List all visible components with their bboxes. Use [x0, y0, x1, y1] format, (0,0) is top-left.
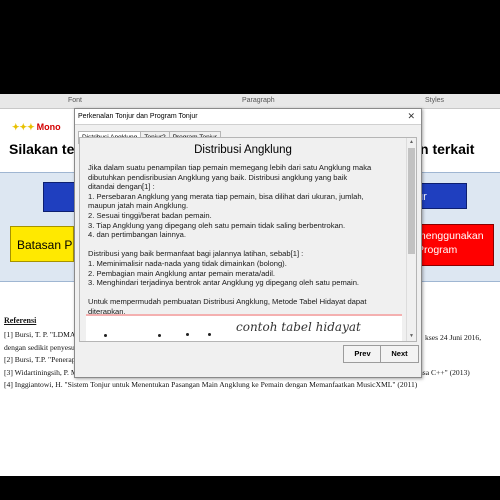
content-line: dibutuhkan pendisribusian Angklung yang …: [88, 172, 348, 182]
reference-item-4: [4] Inggiantowi, H. "Sistem Tonjur untuk…: [4, 380, 418, 389]
image-mark: [158, 334, 161, 337]
image-mark: [186, 333, 189, 336]
batasan-program-button[interactable]: Batasan Pr: [10, 226, 74, 262]
ribbon-group-labels: Font Paragraph Styles: [0, 94, 500, 109]
logo-text: Mono: [36, 122, 61, 132]
logo-stars-icon: ✦✦✦: [12, 122, 35, 132]
next-button[interactable]: Next: [380, 345, 419, 363]
dialog-title: Perkenalan Tonjur dan Program Tonjur: [78, 113, 198, 120]
reference-item-1-tail: kses 24 Juni 2016,: [425, 333, 482, 342]
content-line: 2. Pembagian main Angklung antar pemain …: [88, 268, 276, 278]
dialog-tabs: Distribusi AngklungTonjur?Program Tonjur: [78, 125, 221, 144]
scrollbar-thumb[interactable]: [408, 148, 415, 254]
content-line: 1. Meminimalisir nada-nada yang tidak di…: [88, 258, 287, 268]
ribbon-styles-label: Styles: [425, 97, 445, 104]
content-line: ditandai dengan[1] :: [88, 182, 155, 192]
document-heading-left: Silakan te: [9, 141, 75, 157]
content-text: Jika dalam suatu penampilan tiap pemain …: [88, 163, 408, 317]
scroll-down-icon[interactable]: ▼: [407, 332, 416, 341]
scroll-up-icon[interactable]: ▲: [407, 138, 416, 147]
content-line: Untuk mempermudah pembuatan Distribusi A…: [88, 297, 367, 307]
content-line: Jika dalam suatu penampilan tiap pemain …: [88, 163, 372, 172]
content-line: 3. Tiap Angklung yang dipegang oleh satu…: [88, 220, 346, 230]
close-icon[interactable]: ✕: [407, 109, 415, 124]
doc-blue-button-left[interactable]: [43, 182, 77, 212]
content-title: Distribusi Angklung: [194, 144, 292, 156]
content-line: 1. Persebaran Angklung yang merata tiap …: [88, 191, 364, 201]
intro-dialog: Perkenalan Tonjur dan Program Tonjur ✕ D…: [74, 108, 422, 378]
content-scrollbar[interactable]: ▲ ▼: [406, 138, 416, 341]
ribbon-font-label: Font: [68, 97, 83, 104]
document-heading-right: n terkait: [420, 141, 475, 157]
content-line: 2. Sesuai tinggi/berat badan pemain.: [88, 210, 212, 220]
dialog-titlebar[interactable]: Perkenalan Tonjur dan Program Tonjur ✕: [75, 109, 421, 125]
image-mark: [208, 333, 211, 336]
tabel-hidayat-image: contoh tabel hidayat: [86, 314, 402, 341]
ribbon-paragraph-label: Paragraph: [242, 97, 275, 104]
content-line: maupun jatah main Angklung.: [88, 201, 189, 211]
document-logo: ✦✦✦ Mono: [12, 122, 61, 133]
image-mark: [104, 334, 107, 337]
red-button-line1: menggunakan: [417, 230, 484, 242]
image-caption: contoh tabel hidayat: [236, 320, 361, 334]
prev-button[interactable]: Prev: [343, 345, 382, 363]
content-line: 3. Menghindari terjadinya bentrok antar …: [88, 278, 360, 288]
content-line: 4. dan pertimbangan lainnya.: [88, 230, 186, 240]
tab-content-panel: Distribusi Angklung Jika dalam suatu pen…: [79, 137, 417, 342]
content-line: Distribusi yang baik bermanfaat bagi jal…: [88, 249, 304, 259]
red-button-line2: Program: [417, 244, 458, 256]
